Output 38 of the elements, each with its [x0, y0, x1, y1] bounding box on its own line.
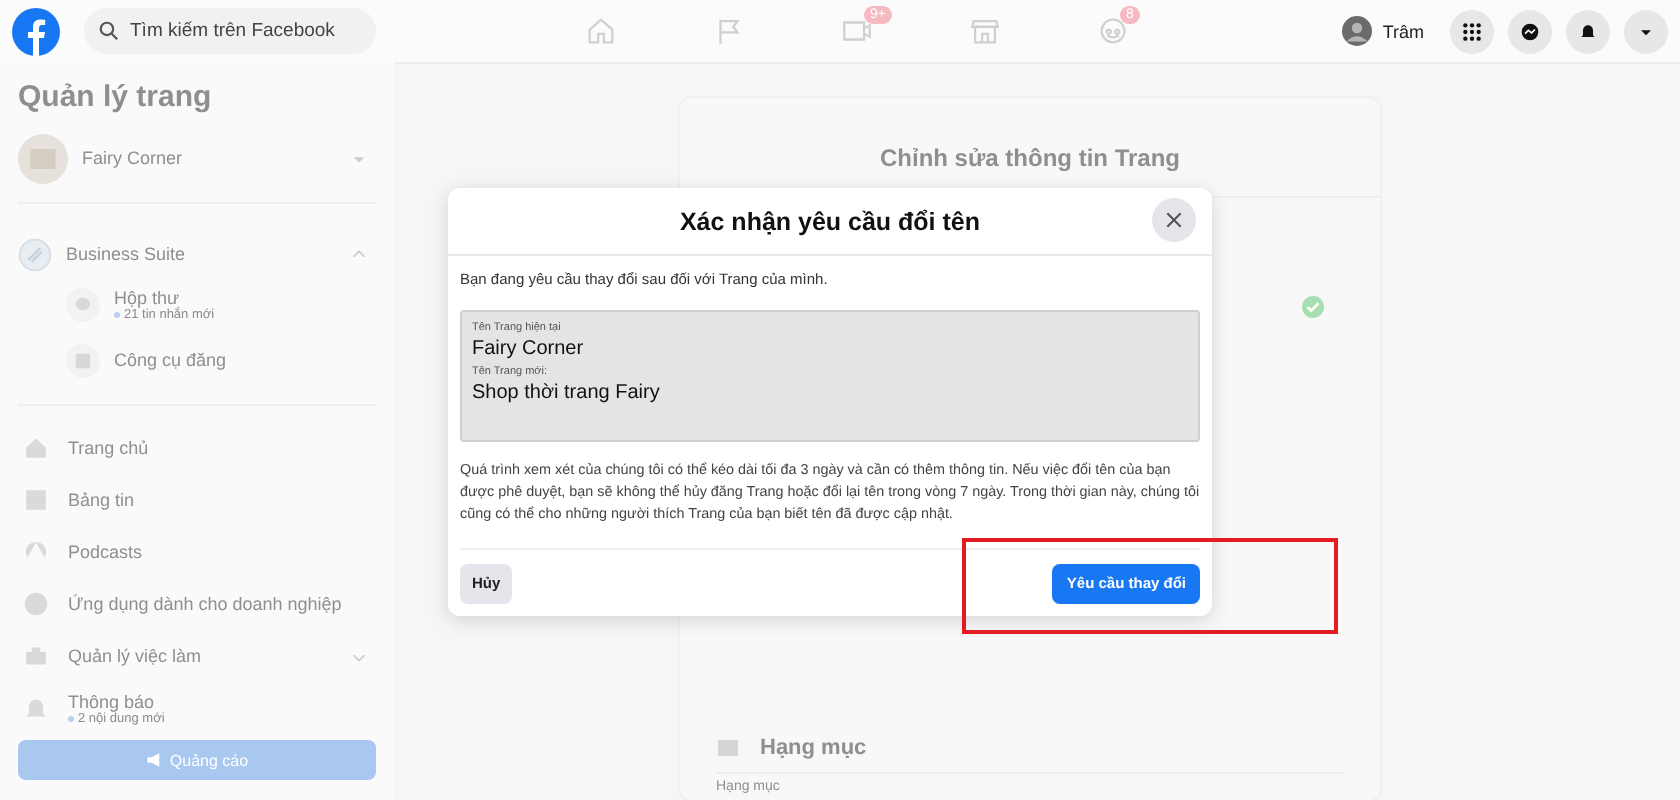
business-suite-icon [18, 237, 52, 271]
sidebar-item[interactable]: Ứng dụng dành cho doanh nghiệp [18, 578, 376, 630]
messenger-button[interactable] [1508, 9, 1552, 53]
section-title: Hạng mục [760, 736, 867, 760]
notifications-button[interactable] [1566, 9, 1610, 53]
search-icon [98, 20, 120, 42]
store-icon [967, 14, 1001, 48]
sidebar-item[interactable]: Bảng tin [18, 474, 376, 526]
new-name: Shop thời trang Fairy [472, 382, 662, 404]
profile-link[interactable]: Trâm [1342, 16, 1424, 46]
check-icon [1302, 296, 1324, 318]
page-switcher[interactable]: Fairy Corner [18, 130, 376, 186]
jobs-icon [22, 642, 50, 670]
promote-button[interactable]: Quảng cáo [18, 740, 376, 780]
logo-icon[interactable] [12, 7, 60, 55]
avatar-icon [1342, 16, 1373, 46]
bell-icon [1578, 21, 1598, 41]
search-field[interactable]: Tìm kiếm trên Facebook [84, 8, 376, 54]
business-suite-item[interactable]: Business Suite [18, 232, 376, 276]
close-button[interactable] [1152, 198, 1196, 242]
sidebar-item[interactable]: Trang chủ [18, 422, 376, 474]
dialog-title: Xác nhận yêu cầu đổi tên [679, 207, 981, 235]
home-icon [22, 434, 50, 462]
home-icon [583, 14, 617, 48]
sidebar-item[interactable]: Quản lý việc làm [18, 630, 376, 682]
sidebar-item[interactable]: Podcasts [18, 526, 376, 578]
chat-bubble-icon [1520, 21, 1540, 41]
group-icon [1095, 14, 1129, 48]
sidebar-subitem[interactable]: Công cụ đăng [66, 332, 376, 388]
bell-icon [22, 694, 50, 722]
current-name: Fairy Corner [472, 338, 586, 360]
megaphone-icon [145, 752, 162, 768]
page-avatar-icon [18, 133, 68, 183]
grid-icon [1462, 21, 1482, 41]
profile-name: Trâm [1382, 21, 1424, 41]
menu-button[interactable] [1450, 9, 1494, 53]
close-icon [1164, 210, 1184, 230]
sidebar-title: Quản lý trang [18, 80, 214, 114]
